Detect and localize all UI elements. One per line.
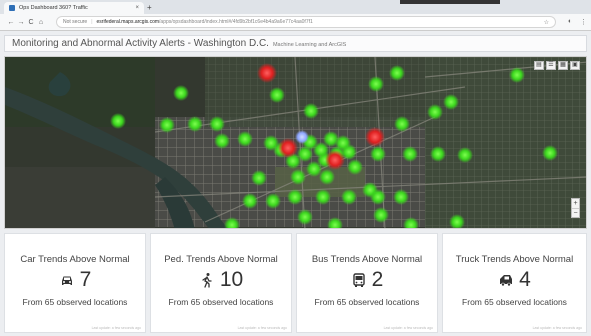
url-host: esrifederal.maps.arcgis.com	[96, 19, 160, 25]
new-tab-button[interactable]: +	[147, 3, 152, 13]
card-value: 7	[79, 268, 92, 291]
dashboard-subtitle: Machine Learning and ArcGIS	[272, 42, 347, 48]
card-title: Car Trends Above Normal	[20, 254, 130, 265]
card-subtitle: From 65 observed locations	[462, 297, 567, 307]
observed-location-marker[interactable]	[251, 170, 267, 186]
tab-close-button[interactable]: ×	[135, 5, 139, 11]
card-title: Ped. Trends Above Normal	[164, 254, 278, 265]
map-tool-layers-button[interactable]: ▤	[534, 61, 544, 70]
card-footer: Last update: a few seconds ago	[237, 326, 287, 330]
card-value: 4	[519, 268, 531, 291]
alert-location-marker[interactable]	[257, 63, 277, 83]
zoom-control: + −	[571, 198, 580, 218]
observed-location-marker[interactable]	[368, 76, 384, 92]
observed-location-marker[interactable]	[315, 189, 331, 205]
dashboard-header: Monitoring and Abnormal Activity Alerts …	[4, 35, 587, 52]
observed-location-marker[interactable]	[187, 116, 203, 132]
observed-location-marker[interactable]	[443, 94, 459, 110]
observed-location-marker[interactable]	[159, 117, 175, 133]
observed-location-marker[interactable]	[430, 146, 446, 162]
observed-location-marker[interactable]	[297, 209, 313, 225]
observed-location-marker[interactable]	[303, 103, 319, 119]
card-footer: Last update: a few seconds ago	[383, 326, 433, 330]
bus-trends-card[interactable]: Bus Trends Above Normal 2 From 65 observ…	[296, 233, 438, 333]
observed-location-marker[interactable]	[394, 116, 410, 132]
observed-location-marker[interactable]	[402, 146, 418, 162]
observed-location-marker[interactable]	[457, 147, 473, 163]
card-title: Truck Trends Above Normal	[455, 254, 574, 265]
observed-location-marker[interactable]	[373, 207, 389, 223]
card-value: 10	[219, 268, 244, 291]
map-view[interactable]: ▤ ☰ ▦ ▣ + −	[4, 56, 587, 229]
card-subtitle: From 65 observed locations	[314, 297, 420, 307]
car-icon	[61, 276, 72, 285]
bookmark-star-icon[interactable]: ☆	[544, 19, 549, 26]
extension-icon[interactable]: ◐	[568, 18, 572, 25]
url-path: /apps/opsdashboard/index.html#/4fd9b2bf1…	[159, 19, 313, 25]
map-tool-fullscreen-button[interactable]: ▣	[570, 61, 580, 70]
observed-location-marker[interactable]	[269, 87, 285, 103]
map-tool-legend-button[interactable]: ☰	[546, 61, 556, 70]
observed-location-marker[interactable]	[509, 67, 525, 83]
observed-location-marker[interactable]	[347, 159, 363, 175]
bus-icon	[352, 273, 365, 287]
observed-location-marker[interactable]	[214, 133, 230, 149]
window-edge	[400, 0, 500, 4]
observed-location-marker[interactable]	[209, 116, 225, 132]
truck-trends-card[interactable]: Truck Trends Above Normal 4 From 65 obse…	[442, 233, 587, 333]
map-tool-basemap-button[interactable]: ▦	[558, 61, 568, 70]
observed-location-marker[interactable]	[370, 189, 386, 205]
card-subtitle: From 65 observed locations	[22, 297, 128, 307]
observed-location-marker[interactable]	[173, 85, 189, 101]
observed-location-marker[interactable]	[389, 65, 405, 81]
alert-location-marker[interactable]	[278, 138, 298, 158]
card-subtitle: From 65 observed locations	[168, 297, 274, 307]
truck-icon	[500, 275, 513, 287]
zoom-in-button[interactable]: +	[572, 199, 579, 208]
observed-location-marker[interactable]	[287, 189, 303, 205]
card-title: Bus Trends Above Normal	[311, 254, 423, 265]
observed-location-marker[interactable]	[110, 113, 126, 129]
alert-location-marker[interactable]	[365, 127, 385, 147]
browser-tab[interactable]: Ops Dashboard 360? Traffic ×	[4, 2, 144, 14]
observed-location-marker[interactable]	[542, 145, 558, 161]
back-button[interactable]: ←	[6, 19, 16, 26]
observed-location-marker[interactable]	[290, 169, 306, 185]
browser-toolbar: ← → C ⌂ Not secure | esrifederal.maps.ar…	[0, 14, 591, 31]
car-trends-card[interactable]: Car Trends Above Normal 7 From 65 observ…	[4, 233, 146, 333]
favicon-icon	[9, 5, 15, 11]
dashboard: Monitoring and Abnormal Activity Alerts …	[0, 31, 591, 336]
pedestrian-trends-card[interactable]: Ped. Trends Above Normal 10 From 65 obse…	[150, 233, 292, 333]
reload-button[interactable]: C	[26, 19, 36, 26]
observed-location-marker[interactable]	[237, 131, 253, 147]
alert-location-marker[interactable]	[325, 150, 345, 170]
card-footer: Last update: a few seconds ago	[532, 326, 582, 330]
satellite-map[interactable]	[5, 57, 587, 229]
dashboard-title: Monitoring and Abnormal Activity Alerts …	[12, 38, 269, 49]
zoom-out-button[interactable]: −	[572, 208, 579, 217]
map-toolbar: ▤ ☰ ▦ ▣	[534, 61, 580, 70]
card-value: 2	[371, 268, 384, 291]
not-secure-label: Not secure	[63, 19, 88, 25]
selected-location-marker[interactable]	[295, 130, 309, 144]
browser-tab-strip: Ops Dashboard 360? Traffic × +	[0, 0, 591, 14]
observed-location-marker[interactable]	[427, 104, 443, 120]
observed-location-marker[interactable]	[319, 169, 335, 185]
observed-location-marker[interactable]	[393, 189, 409, 205]
home-button[interactable]: ⌂	[36, 19, 46, 26]
observed-location-marker[interactable]	[370, 146, 386, 162]
observed-location-marker[interactable]	[265, 193, 281, 209]
pedestrian-icon	[202, 273, 212, 288]
card-footer: Last update: a few seconds ago	[91, 326, 141, 330]
browser-menu-icon[interactable]: ⋮	[580, 18, 587, 26]
observed-location-marker[interactable]	[341, 189, 357, 205]
observed-location-marker[interactable]	[242, 193, 258, 209]
tab-title: Ops Dashboard 360? Traffic	[19, 5, 88, 11]
forward-button[interactable]: →	[16, 19, 26, 26]
address-bar[interactable]: Not secure | esrifederal.maps.arcgis.com…	[56, 16, 556, 28]
